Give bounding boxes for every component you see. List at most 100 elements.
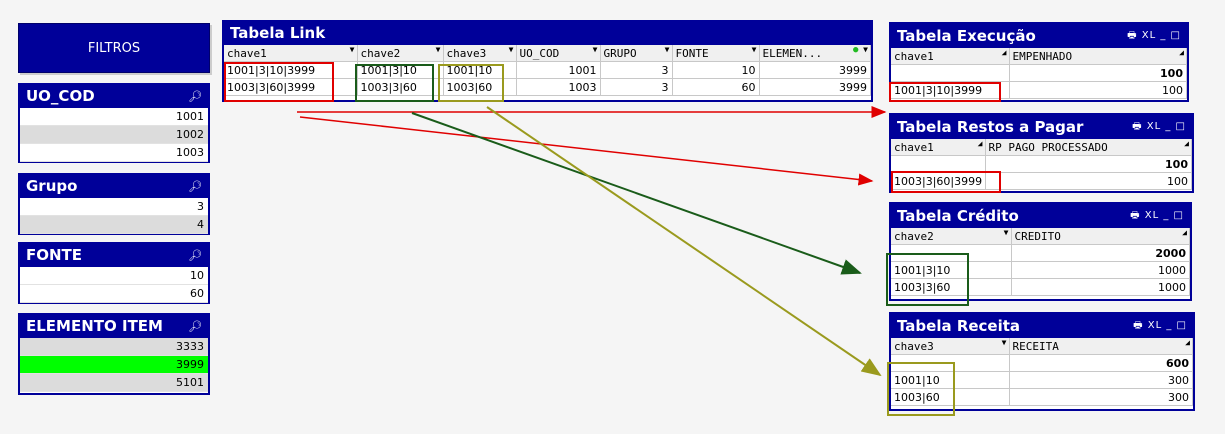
- list-item[interactable]: 1003: [20, 144, 208, 162]
- table-row[interactable]: 1001|3|10|3999 100: [891, 81, 1187, 99]
- table-row[interactable]: 1003|3|60 1000: [891, 278, 1190, 296]
- list-item[interactable]: 3333: [20, 338, 208, 356]
- col-header-fonte[interactable]: FONTE ▼: [672, 45, 760, 62]
- cell: 1000: [1011, 261, 1190, 279]
- cell: 1003|60: [443, 78, 517, 96]
- total-label: [891, 155, 986, 173]
- search-icon[interactable]: 🔎︎: [188, 175, 202, 198]
- cell: 1003|60: [891, 388, 1010, 406]
- dropdown-arrow-icon[interactable]: ▼: [436, 45, 441, 54]
- total-value: 100: [1009, 64, 1187, 82]
- table-credito-title: Tabela Crédito: [897, 207, 1019, 225]
- table-row[interactable]: 1001|10 300: [891, 371, 1193, 389]
- list-item[interactable]: 60: [20, 285, 208, 303]
- cell: 1001|3|10: [357, 61, 444, 79]
- col-header-receita[interactable]: RECEITA ◢: [1009, 338, 1193, 355]
- cell: 1001|3|10|3999: [224, 61, 358, 79]
- window-controls-icon[interactable]: 🖶︎ XL _ □: [1133, 314, 1187, 338]
- list-item[interactable]: 10: [20, 267, 208, 285]
- list-item[interactable]: 3: [20, 198, 208, 216]
- list-item-selected[interactable]: 3999: [20, 356, 208, 374]
- col-header-uo-cod[interactable]: UO_COD ▼: [516, 45, 601, 62]
- cell: 60: [672, 78, 760, 96]
- sort-icon[interactable]: ◢: [1182, 228, 1187, 237]
- filter-dot-icon[interactable]: ● ▼: [853, 45, 868, 55]
- cell: 3: [600, 61, 673, 79]
- col-header-chave2[interactable]: chave2 ▼: [357, 45, 444, 62]
- col-header-grupo[interactable]: GRUPO ▼: [600, 45, 673, 62]
- window-controls-icon[interactable]: 🖶︎ XL _ □: [1132, 115, 1186, 139]
- col-header-chave3[interactable]: chave3 ▼: [891, 338, 1010, 355]
- cell: 1003|3|60: [357, 78, 444, 96]
- total-value: 100: [985, 155, 1192, 173]
- table-row[interactable]: 1003|3|60|3999 1003|3|60 1003|60 1003 3 …: [224, 78, 871, 96]
- table-row[interactable]: 1003|3|60|3999 100: [891, 172, 1192, 190]
- table-row[interactable]: 1001|3|10 1000: [891, 261, 1190, 279]
- cell: 1001|10: [443, 61, 517, 79]
- dropdown-arrow-icon[interactable]: ▼: [509, 45, 514, 54]
- sort-icon[interactable]: ◢: [1002, 48, 1007, 57]
- table-receita[interactable]: Tabela Receita 🖶︎ XL _ □ chave3 ▼ RECEITA ◢…: [889, 312, 1195, 411]
- table-link[interactable]: Tabela Link chave1 ▼ chave2 ▼ chave3 ▼ UO_C…: [222, 20, 873, 102]
- col-header-credito[interactable]: CREDITO ◢: [1011, 228, 1190, 245]
- table-row[interactable]: 1003|60 300: [891, 388, 1193, 406]
- table-restos-a-pagar[interactable]: Tabela Restos a Pagar 🖶︎ XL _ □ chave1 ◢ R…: [889, 113, 1194, 193]
- list-item[interactable]: 1002: [20, 126, 208, 144]
- total-value: 600: [1009, 354, 1193, 372]
- window-controls-icon[interactable]: 🖶︎ XL _ □: [1130, 204, 1184, 228]
- listbox-fonte[interactable]: FONTE 🔎︎ 10 60: [18, 242, 210, 304]
- dropdown-arrow-icon[interactable]: ▼: [1004, 228, 1009, 237]
- total-label: [891, 64, 1010, 82]
- table-restos-title: Tabela Restos a Pagar: [897, 118, 1084, 136]
- col-header-chave1[interactable]: chave1 ◢: [891, 48, 1010, 65]
- arrow-to-restos: [299, 116, 874, 186]
- cell: 1003: [516, 78, 601, 96]
- table-execucao[interactable]: Tabela Execução 🖶︎ XL _ □ chave1 ◢ EMPENHA…: [889, 22, 1189, 102]
- table-row[interactable]: 1001|3|10|3999 1001|3|10 1001|10 1001 3 …: [224, 61, 871, 79]
- sort-icon[interactable]: ◢: [1184, 139, 1189, 148]
- cell: 100: [985, 172, 1192, 190]
- total-label: [891, 244, 1012, 262]
- dropdown-arrow-icon[interactable]: ▼: [1002, 338, 1007, 347]
- list-item[interactable]: 5101: [20, 374, 208, 392]
- search-icon[interactable]: 🔎︎: [188, 315, 202, 338]
- listbox-grupo-title: Grupo: [26, 177, 78, 195]
- window-controls-icon[interactable]: 🖶︎ XL _ □: [1127, 24, 1181, 48]
- total-label: [891, 354, 1010, 372]
- listbox-grupo[interactable]: Grupo 🔎︎ 3 4: [18, 173, 210, 235]
- cell: 1003|3|60|3999: [224, 78, 358, 96]
- cell: 3: [600, 78, 673, 96]
- list-item[interactable]: 4: [20, 216, 208, 234]
- col-header-chave1[interactable]: chave1 ◢: [891, 139, 986, 156]
- table-credito[interactable]: Tabela Crédito 🖶︎ XL _ □ chave2 ▼ CREDITO ◢…: [889, 202, 1192, 301]
- cell: 100: [1009, 81, 1187, 99]
- sort-arrow-icon[interactable]: ▼: [350, 45, 355, 54]
- dropdown-arrow-icon[interactable]: ▼: [752, 45, 757, 54]
- cell: 1003|3|60: [891, 278, 1012, 296]
- search-icon[interactable]: 🔎︎: [188, 85, 202, 108]
- search-icon[interactable]: 🔎︎: [188, 244, 202, 267]
- col-header-rp-pago[interactable]: RP PAGO PROCESSADO ◢: [985, 139, 1192, 156]
- col-header-chave2[interactable]: chave2 ▼: [891, 228, 1012, 245]
- sort-icon[interactable]: ◢: [1185, 338, 1190, 347]
- sort-icon[interactable]: ◢: [1179, 48, 1184, 57]
- dropdown-arrow-icon[interactable]: ▼: [593, 45, 598, 54]
- listbox-elemento-title: ELEMENTO ITEM: [26, 317, 163, 335]
- col-header-chave3[interactable]: chave3 ▼: [443, 45, 517, 62]
- col-header-chave1[interactable]: chave1 ▼: [224, 45, 358, 62]
- listbox-uo-cod-title: UO_COD: [26, 87, 95, 105]
- cell: 3999: [759, 61, 871, 79]
- dropdown-arrow-icon[interactable]: ▼: [665, 45, 670, 54]
- cell: 1001|10: [891, 371, 1010, 389]
- table-execucao-title: Tabela Execução: [897, 27, 1036, 45]
- listbox-fonte-title: FONTE: [26, 246, 83, 264]
- listbox-uo-cod[interactable]: UO_COD 🔎︎ 1001 1002 1003: [18, 83, 210, 163]
- cell: 1000: [1011, 278, 1190, 296]
- col-header-elemento[interactable]: ELEMEN... ● ▼: [759, 45, 871, 62]
- sort-icon[interactable]: ◢: [978, 139, 983, 148]
- list-item[interactable]: 1001: [20, 108, 208, 126]
- listbox-elemento-item[interactable]: ELEMENTO ITEM 🔎︎ 3333 3999 5101: [18, 313, 210, 395]
- col-header-empenhado[interactable]: EMPENHADO ◢: [1009, 48, 1187, 65]
- filtros-title: FILTROS: [87, 40, 141, 56]
- cell: 1001: [516, 61, 601, 79]
